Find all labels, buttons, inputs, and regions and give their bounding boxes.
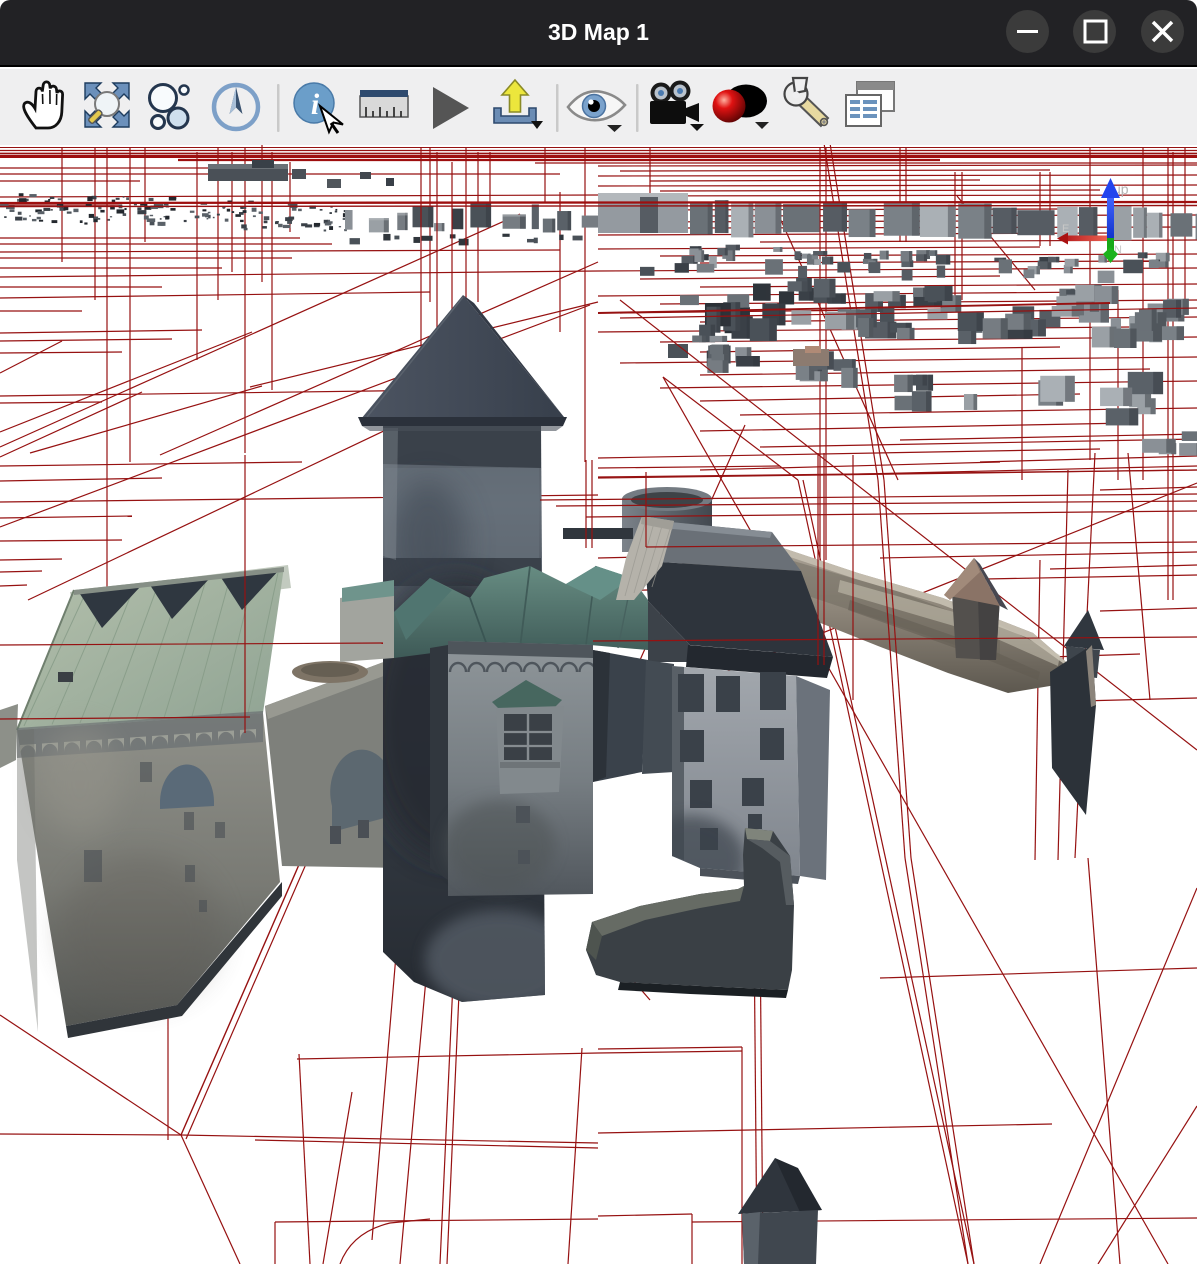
svg-text:E: E [1062, 223, 1069, 235]
